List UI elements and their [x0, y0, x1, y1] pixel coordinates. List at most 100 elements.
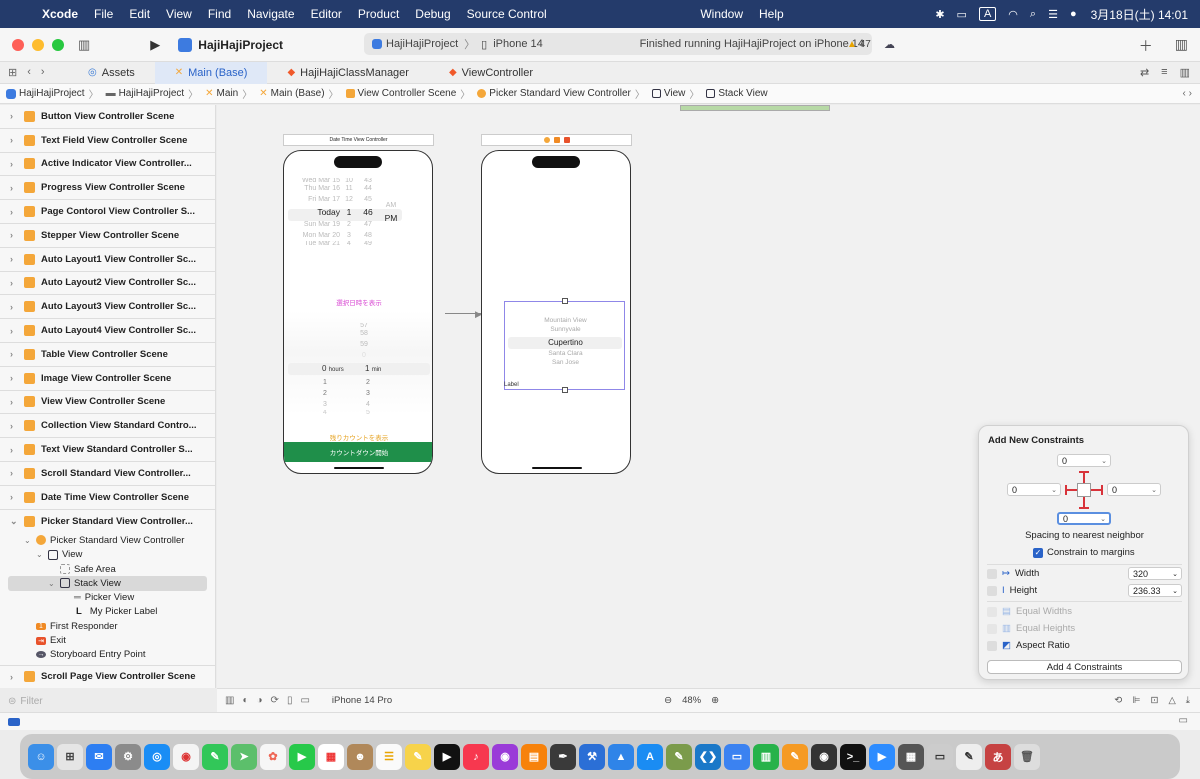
chevron-down-icon[interactable]: ⌄ — [10, 516, 18, 527]
left-constraint-field[interactable]: 0 ⌄ — [1007, 483, 1061, 496]
apple-tv-icon[interactable]: ▶ — [434, 743, 460, 770]
tree-item-safe-area[interactable]: Safe Area — [0, 562, 215, 576]
app-store-icon[interactable]: A — [637, 743, 663, 770]
chevron-right-icon[interactable]: › — [10, 445, 18, 455]
podcasts-icon[interactable]: ◉ — [492, 743, 518, 770]
chevron-right-icon[interactable]: › — [10, 672, 18, 682]
scene-item[interactable]: › Date Time View Controller Scene — [0, 486, 215, 510]
maps-icon[interactable]: ➤ — [231, 743, 257, 770]
chevron-right-icon[interactable]: › — [10, 421, 18, 431]
control-center-icon[interactable]: ☰ — [1042, 8, 1064, 21]
github-icon[interactable]: ◉ — [811, 743, 837, 770]
tree-item-picker-view[interactable]: ═ Picker View — [0, 591, 215, 605]
timer-minutes[interactable]: 1 min — [365, 364, 381, 373]
keynote-icon[interactable]: ▭ — [724, 743, 750, 770]
breadcrumb-item[interactable]: 〉 View — [631, 86, 686, 101]
numbers-icon[interactable]: ▥ — [753, 743, 779, 770]
scene-header-date-time[interactable]: Date Time View Controller — [283, 134, 434, 146]
rotate-icon[interactable]: ⟳ — [271, 695, 279, 706]
forward-icon[interactable]: › — [41, 66, 45, 79]
width-checkbox[interactable] — [987, 568, 997, 579]
chevron-right-icon[interactable]: › — [10, 326, 18, 336]
input-source-icon[interactable]: A — [978, 7, 997, 21]
constrain-margins-checkbox[interactable]: ✓ — [1033, 547, 1043, 558]
countdown-start-button[interactable]: カウントダウン開始 — [284, 442, 432, 462]
notes-icon[interactable]: ✎ — [405, 743, 431, 770]
menu-file[interactable]: File — [86, 7, 121, 21]
minute-picker[interactable]: 43 44 45 46 47 48 49 — [361, 178, 375, 246]
run-button[interactable]: ▶ — [150, 37, 160, 53]
menu-debug[interactable]: Debug — [407, 7, 458, 21]
debug-split-icon[interactable]: ▭ — [1179, 715, 1188, 726]
project-title[interactable]: HajiHajiProject — [178, 37, 283, 52]
scene-item[interactable]: › Auto Layout1 View Controller Sc... — [0, 248, 215, 272]
chevron-right-icon[interactable]: › — [10, 135, 18, 145]
zoom-icon[interactable]: ▶ — [869, 743, 895, 770]
scene-item[interactable]: › Text Field View Controller Scene — [0, 129, 215, 153]
split-editor-icon[interactable]: ▥ — [1180, 66, 1190, 79]
activity-view[interactable]: HajiHajiProject 〉 ▯ iPhone 14 Finished r… — [364, 33, 872, 55]
chevron-down-icon[interactable]: ⌄ — [1172, 587, 1181, 595]
height-checkbox[interactable] — [987, 585, 997, 596]
trash-icon[interactable]: 🗑 — [1014, 743, 1040, 770]
menu-editor[interactable]: Editor — [303, 7, 350, 21]
clock[interactable]: 3月18日(土) 14:01 — [1083, 6, 1200, 23]
date-picker-dates[interactable]: Wed Mar 15 Thu Mar 16 Fri Mar 17 Today S… — [296, 178, 340, 246]
chevron-down-icon[interactable]: ⌄ — [24, 536, 32, 545]
zoom-level[interactable]: 48% — [682, 695, 701, 706]
warnings-indicator[interactable]: ▲ 47 — [847, 39, 871, 50]
chevron-down-icon[interactable]: ⌄ — [36, 550, 44, 559]
terminal-icon[interactable]: >_ — [840, 743, 866, 770]
swap-icon[interactable]: ⇄ — [1140, 66, 1149, 79]
aspect-ratio-row[interactable]: ◩ Aspect Ratio — [987, 640, 1182, 651]
tree-item-stack-view[interactable]: ⌄ Stack View — [8, 576, 207, 591]
chevron-down-icon[interactable]: ⌄ — [1151, 486, 1160, 494]
chevron-right-icon[interactable]: › — [10, 373, 18, 383]
tab-assets[interactable]: ◎ Assets — [68, 62, 155, 84]
scene-item[interactable]: › Stepper View Controller Scene — [0, 224, 215, 248]
menu-view[interactable]: View — [158, 7, 200, 21]
wifi-icon[interactable]: ◠ — [1002, 8, 1024, 21]
update-frames-icon[interactable]: ⟲ — [1114, 695, 1122, 706]
safari-icon[interactable]: ◎ — [144, 743, 170, 770]
chevron-down-icon[interactable]: ⌄ — [1051, 486, 1060, 494]
chevron-down-icon[interactable]: ⌄ — [1100, 515, 1109, 523]
bluetooth-icon[interactable]: ✱ — [929, 8, 950, 21]
calendar-icon[interactable]: ▦ — [318, 743, 344, 770]
tree-item-picker-label[interactable]: L My Picker Label — [0, 605, 215, 619]
breadcrumb-item[interactable]: 〉 Picker Standard View Controller — [456, 86, 631, 101]
chevron-down-icon[interactable]: ⌄ — [1172, 570, 1181, 578]
debug-toggle-icon[interactable] — [8, 718, 20, 726]
menu-source-control[interactable]: Source Control — [459, 7, 555, 21]
dictionary-icon[interactable]: あ — [985, 743, 1011, 770]
scene-item[interactable]: ⌄ Picker Standard View Controller... — [0, 510, 215, 534]
add-constraints-icon[interactable]: ⊡ — [1151, 695, 1159, 706]
music-icon[interactable]: ♪ — [463, 743, 489, 770]
picker-label[interactable]: Label — [504, 382, 519, 388]
breadcrumb-item[interactable]: 〉 ✕ Main (Base) — [238, 86, 324, 101]
resize-handle-top[interactable] — [562, 298, 568, 304]
inspector-toggle-icon[interactable]: ▥ — [1175, 36, 1188, 56]
scene-item[interactable]: › Image View Controller Scene — [0, 367, 215, 391]
date-time-phone[interactable]: Wed Mar 15 Thu Mar 16 Fri Mar 17 Today S… — [283, 150, 433, 474]
scene-item[interactable]: › Collection View Standard Contro... — [0, 414, 215, 439]
vscode-icon[interactable]: ❮❯ — [695, 743, 721, 770]
outline-toggle-icon[interactable]: ▥ — [225, 695, 234, 706]
battery-icon[interactable]: ▭ — [951, 8, 973, 21]
align-icon[interactable]: ⊫ — [1132, 695, 1140, 706]
editor-options-icon[interactable]: ≡ — [1161, 66, 1167, 79]
zoom-in-icon[interactable]: ⊕ — [711, 695, 719, 706]
chevron-right-icon[interactable]: › — [10, 207, 18, 217]
chevron-right-icon[interactable]: › — [10, 254, 18, 264]
tab-class-manager[interactable]: ◆ HajiHajiClassManager — [267, 62, 429, 84]
right-constraint-field[interactable]: 0 ⌄ — [1107, 483, 1161, 496]
scene-item[interactable]: › Button View Controller Scene — [0, 105, 215, 129]
layout-icon[interactable]: ▯ — [287, 695, 293, 706]
minimize-window-button[interactable] — [32, 38, 44, 51]
chevron-right-icon[interactable]: › — [10, 302, 18, 312]
scene-item[interactable]: › Auto Layout2 View Controller Sc... — [0, 272, 215, 296]
tab-main-base[interactable]: ✕ Main (Base) — [154, 61, 268, 84]
breadcrumb-item[interactable]: 〉 ✕ Main — [184, 86, 238, 101]
breadcrumb-item[interactable]: 〉 ▬ HajiHajiProject — [85, 86, 185, 101]
tree-item-view[interactable]: ⌄ View — [0, 548, 215, 562]
